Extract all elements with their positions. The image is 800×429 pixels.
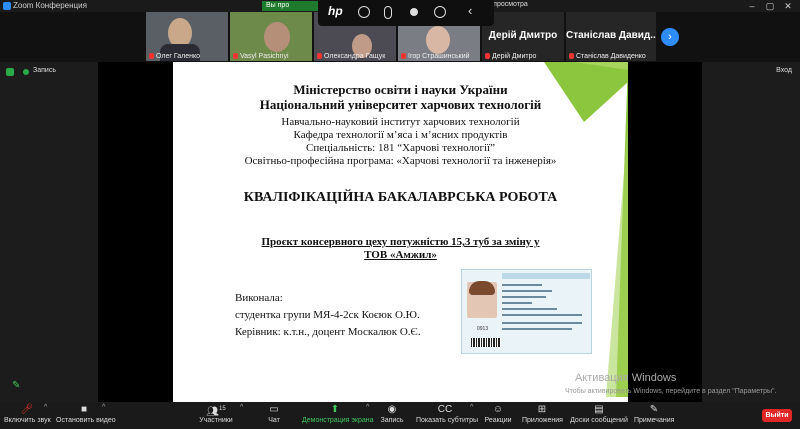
windows-activation-watermark: Активация Windows <box>575 372 677 384</box>
show-captions-button[interactable]: CC Показать субтитры <box>416 404 478 424</box>
muted-mic-icon <box>569 53 574 59</box>
participant-name: Vasyl Pasichnyi <box>233 53 289 60</box>
participants-count: 15 <box>219 406 226 412</box>
participant-name: Станіслав Давиденко <box>569 53 646 60</box>
record-dot-icon[interactable] <box>410 8 418 16</box>
close-icon[interactable]: ✕ <box>780 0 796 12</box>
zoom-app-icon <box>3 2 11 10</box>
share-screen-label: Демонстрация экрана <box>302 417 374 424</box>
windows-activation-hint: Чтобы активировать Windows, перейдите в … <box>565 388 777 395</box>
apps-grid-icon: ⊞ <box>537 404 547 415</box>
slide-specialty: Спеціальність: 181 “Харчові технології” <box>306 142 495 154</box>
slide-student: студентка групи МЯ-4-2ск Коєюк О.Ю. <box>235 309 420 321</box>
recording-dot-icon <box>23 69 29 75</box>
next-page-button[interactable]: › <box>661 28 679 46</box>
notes-icon: ✎ <box>649 404 659 415</box>
enter-label[interactable]: Вход <box>776 67 792 74</box>
hp-audio-toolbar: hp ‹ <box>318 0 494 26</box>
video-tile[interactable]: Олег Галенко <box>146 12 228 61</box>
participants-options-caret[interactable]: ^ <box>240 404 243 411</box>
reactions-button[interactable]: ☺ Реакции <box>484 404 512 424</box>
chevron-left-icon[interactable]: ‹ <box>468 3 472 18</box>
recording-label: Запись <box>33 67 56 74</box>
participant-face <box>426 26 450 54</box>
share-screen-button[interactable]: ⬆ Демонстрация экрана <box>302 404 374 424</box>
slide-heading: КВАЛІФІКАЦІЙНА БАКАЛАВРСЬКА РОБОТА <box>243 190 558 205</box>
captions-icon: CC <box>437 404 453 415</box>
chat-label: Чат <box>268 417 280 424</box>
slide-project-company: ТОВ «Амжил» <box>364 249 437 261</box>
minimize-icon[interactable]: – <box>744 0 760 12</box>
muted-mic-icon <box>317 53 322 59</box>
whiteboard-label: Доски сообщений <box>570 417 628 424</box>
record-button[interactable]: ◉ Запись <box>378 404 406 424</box>
slide-done-by: Виконала: <box>235 292 283 304</box>
whiteboard-icon: ▤ <box>594 404 604 415</box>
muted-mic-icon <box>149 53 154 59</box>
muted-mic-icon <box>485 53 490 59</box>
chat-button[interactable]: ▭ Чат <box>262 404 286 424</box>
smiley-icon: ☺ <box>492 404 504 415</box>
participant-name: Дерій Дмитро <box>485 53 536 60</box>
video-tile[interactable]: Vasyl Pasichnyi <box>230 12 312 61</box>
video-tile[interactable]: Дерій Дмитро Дерій Дмитро <box>482 12 564 61</box>
video-tile[interactable]: Станіслав Давид... Станіслав Давиденко <box>566 12 656 61</box>
participants-label: Участники <box>199 417 233 424</box>
slide-program: Освітньо-професійна програма: «Харчові т… <box>244 155 557 167</box>
slide-supervisor: Керівник: к.т.н., доцент Москалюк О.Є. <box>235 326 421 338</box>
record-icon: ◉ <box>387 404 397 415</box>
captions-options-caret[interactable]: ^ <box>470 404 473 411</box>
participants-icon: 👥︎15 <box>206 406 226 418</box>
slide-green-side-decoration <box>606 62 628 397</box>
hp-logo-icon: hp <box>328 4 343 18</box>
apps-label: Приложения <box>522 417 563 424</box>
participant-name: Олександра Гащук <box>317 53 385 60</box>
shared-screen-tab[interactable]: Вы про <box>262 1 318 11</box>
participant-display-name: Дерій Дмитро <box>488 30 558 41</box>
student-id-card-image: 0913 <box>461 269 592 354</box>
participant-face <box>264 22 290 52</box>
whiteboard-button[interactable]: ▤ Доски сообщений <box>570 404 628 424</box>
unmute-label: Включить звук <box>4 417 51 424</box>
stop-video-label: Остановить видео <box>56 417 116 424</box>
microphone-icon[interactable] <box>384 6 392 19</box>
leave-meeting-button[interactable]: Выйти <box>762 409 792 422</box>
share-options-caret[interactable]: ^ <box>366 404 369 411</box>
participant-name: Ігор Страшинський <box>401 53 470 60</box>
id-card-header <box>502 273 590 279</box>
annotate-pencil-icon[interactable]: ✎ <box>12 380 22 391</box>
participants-button[interactable]: 👥︎15 Участники <box>196 404 236 424</box>
noise-cancel-icon[interactable] <box>434 6 446 18</box>
muted-mic-icon <box>401 53 406 59</box>
chat-bubble-icon: ▭ <box>269 404 279 415</box>
apps-button[interactable]: ⊞ Приложения <box>522 404 563 424</box>
slide-project-title: Проєкт консервного цеху потужністю 15,3 … <box>261 236 540 248</box>
slide-department: Кафедра технології м’яса і м’ясних проду… <box>293 129 508 141</box>
circle-icon[interactable] <box>358 6 370 18</box>
window-title: Zoom Конференция <box>13 1 87 10</box>
notes-button[interactable]: ✎ Примечания <box>634 404 674 424</box>
notes-label: Примечания <box>634 417 675 424</box>
maximize-icon[interactable]: ▢ <box>762 0 778 12</box>
participant-display-name: Станіслав Давид... <box>566 30 656 41</box>
participant-name: Олег Галенко <box>149 53 200 60</box>
barcode-icon <box>471 338 501 347</box>
reactions-label: Реакции <box>484 417 512 424</box>
show-captions-label: Показать субтитры <box>416 417 479 424</box>
muted-mic-icon <box>233 53 238 59</box>
share-screen-icon: ⬆ <box>330 404 340 415</box>
security-shield-icon[interactable] <box>6 68 14 76</box>
id-card-number: 0913 <box>477 326 489 332</box>
video-options-caret[interactable]: ^ <box>102 404 105 411</box>
record-label: Запись <box>380 417 404 424</box>
audio-options-caret[interactable]: ^ <box>44 404 47 411</box>
